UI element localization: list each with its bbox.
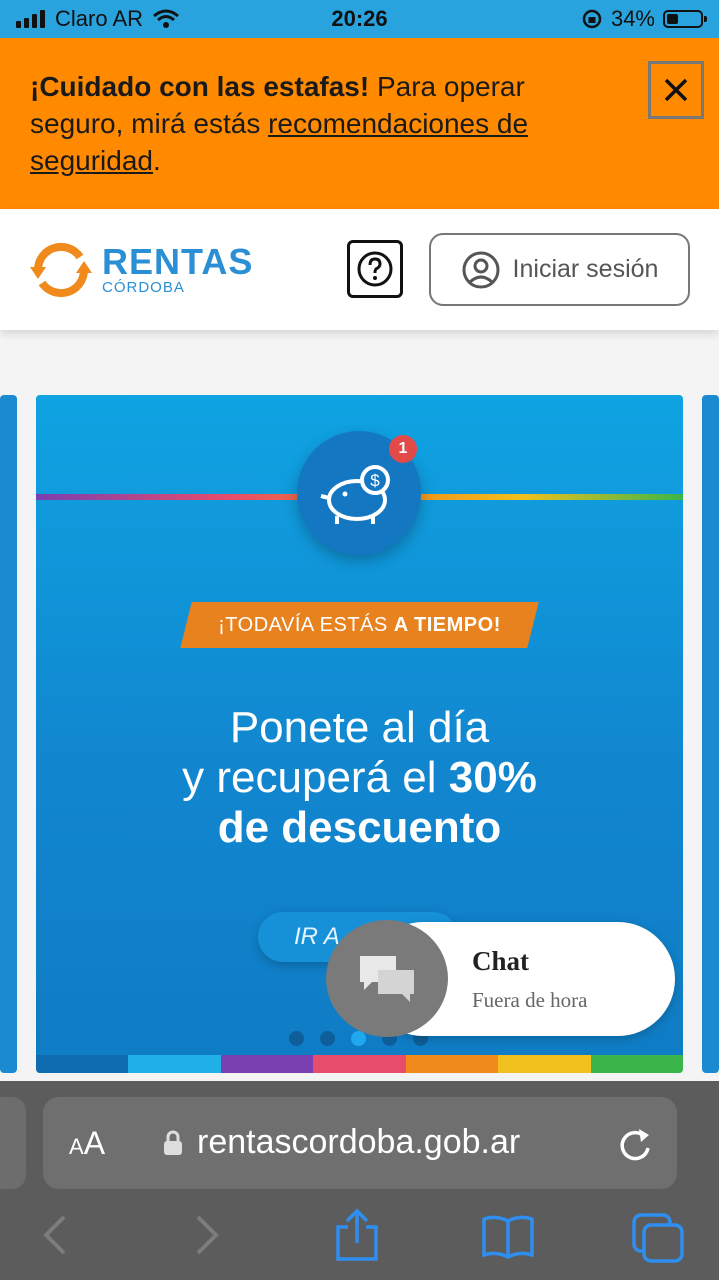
prev-slide-peek[interactable] bbox=[0, 395, 17, 1073]
tag-prefix: ¡TODAVÍA ESTÁS bbox=[218, 613, 388, 636]
address-bar[interactable]: AA rentascordoba.gob.ar bbox=[43, 1097, 677, 1189]
battery-percent: 34% bbox=[610, 6, 655, 31]
tag-bold: A TIEMPO! bbox=[393, 613, 501, 636]
battery-icon bbox=[663, 10, 707, 28]
aa-small: A bbox=[69, 1134, 84, 1159]
share-icon bbox=[336, 1208, 378, 1261]
url-display[interactable]: rentascordoba.gob.ar bbox=[163, 1123, 520, 1162]
warning-title: ¡Cuidado con las estafas! bbox=[30, 71, 370, 102]
logo-main-text: RENTAS bbox=[102, 241, 254, 282]
logo-sub-text: CÓRDOBA bbox=[102, 279, 185, 296]
close-warning-button[interactable] bbox=[648, 61, 704, 119]
back-button[interactable] bbox=[40, 1213, 70, 1262]
warning-end: . bbox=[152, 145, 161, 176]
svg-text:$: $ bbox=[370, 471, 380, 490]
battery-fill bbox=[667, 14, 678, 24]
lock-icon bbox=[164, 1130, 182, 1155]
promo-headline: Ponete al día y recuperá el 30% de descu… bbox=[36, 703, 683, 853]
chat-status: Fuera de hora bbox=[472, 988, 588, 1012]
question-icon bbox=[357, 251, 393, 287]
rentas-logo[interactable]: RENTAS CÓRDOBA bbox=[28, 239, 253, 301]
browser-toolbar bbox=[0, 1203, 719, 1273]
chat-widget[interactable]: Chat Fuera de hora bbox=[326, 920, 675, 1037]
logo-arrows-icon bbox=[30, 242, 92, 298]
piggy-bank-icon: $ bbox=[320, 465, 390, 524]
bookmarks-button[interactable] bbox=[480, 1213, 536, 1264]
tabs-icon bbox=[632, 1213, 684, 1263]
chevron-left-icon bbox=[43, 1215, 66, 1255]
book-icon bbox=[482, 1215, 534, 1259]
signal-icon bbox=[16, 10, 45, 28]
chevron-right-icon bbox=[196, 1215, 219, 1255]
orientation-lock-icon bbox=[582, 9, 602, 29]
discount-percent: 30% bbox=[448, 753, 537, 802]
reload-button[interactable] bbox=[617, 1123, 653, 1168]
chat-title: Chat bbox=[472, 946, 530, 976]
notification-badge: 1 bbox=[389, 435, 417, 463]
close-icon bbox=[664, 78, 688, 102]
login-label: Iniciar sesión bbox=[512, 255, 659, 283]
chat-avatar[interactable] bbox=[326, 920, 448, 1037]
wifi-icon bbox=[153, 9, 180, 28]
url-text: rentascordoba.gob.ar bbox=[197, 1123, 521, 1161]
site-header: RENTAS CÓRDOBA Iniciar sesión bbox=[0, 209, 719, 330]
headline-line2-prefix: y recuperá el bbox=[182, 753, 449, 802]
status-right: 34% bbox=[581, 6, 707, 32]
next-slide-peek[interactable] bbox=[702, 395, 719, 1073]
reload-icon bbox=[620, 1129, 650, 1161]
tag-text: ¡TODAVÍA ESTÁS A TIEMPO! bbox=[186, 602, 533, 648]
carousel-dot[interactable] bbox=[289, 1031, 304, 1046]
browser-chrome: AA rentascordoba.gob.ar bbox=[0, 1081, 719, 1280]
status-bar: Claro AR 20:26 34% bbox=[0, 0, 719, 38]
bottom-color-stripe bbox=[36, 1055, 683, 1073]
scam-warning-banner: ¡Cuidado con las estafas! Para operar se… bbox=[0, 38, 719, 209]
previous-tab-peek[interactable] bbox=[0, 1097, 26, 1189]
share-button[interactable] bbox=[334, 1207, 380, 1268]
login-button[interactable]: Iniciar sesión bbox=[429, 233, 690, 306]
forward-button[interactable] bbox=[192, 1213, 222, 1262]
headline-line3: de descuento bbox=[217, 803, 502, 852]
headline-line2: y recuperá el 30% bbox=[36, 753, 683, 803]
logo-text: RENTAS CÓRDOBA bbox=[102, 244, 253, 296]
help-button[interactable] bbox=[347, 240, 403, 298]
reader-options-button[interactable]: AA bbox=[69, 1125, 105, 1162]
aa-large: A bbox=[83, 1125, 106, 1161]
status-left: Claro AR bbox=[16, 6, 180, 32]
headline-line1: Ponete al día bbox=[229, 703, 490, 752]
chat-bubbles-icon bbox=[360, 955, 414, 1002]
carrier-name: Claro AR bbox=[55, 6, 144, 31]
user-circle-icon bbox=[462, 251, 500, 288]
tabs-button[interactable] bbox=[632, 1213, 684, 1268]
